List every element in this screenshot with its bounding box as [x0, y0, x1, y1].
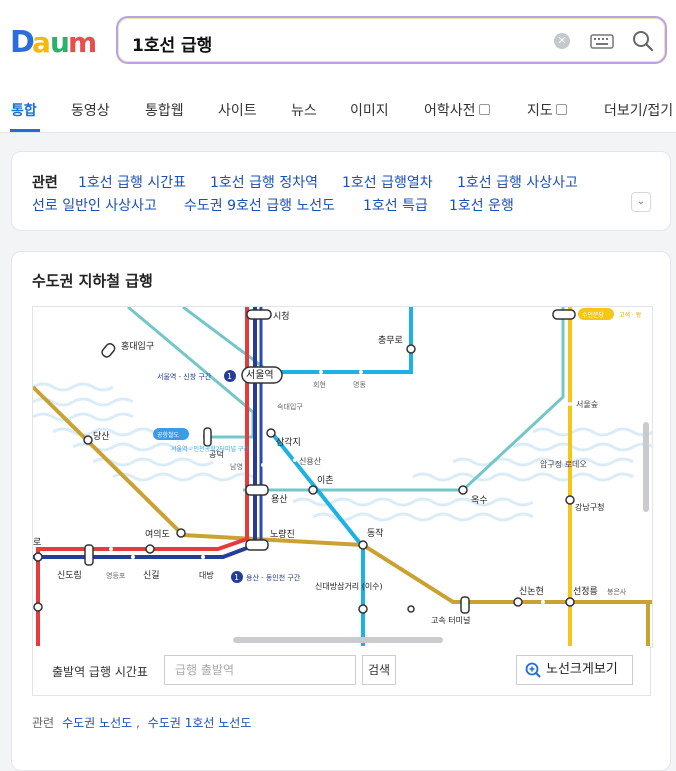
station-label[interactable]: 고속 터미널 — [431, 616, 470, 625]
suin-badge-label: 수인분당 — [582, 311, 605, 319]
horizontal-scrollbar[interactable] — [233, 637, 443, 643]
station-label[interactable]: 강남구청 — [575, 502, 604, 512]
related-link[interactable]: 1호선 특급 — [363, 195, 428, 215]
station-label[interactable]: 남영 — [230, 462, 243, 471]
timetable-controls: 출발역 급행 시간표 검색 노선크게보기 — [32, 646, 651, 696]
note-seoul-sinchang: 서울역 - 신창 구간 — [157, 372, 212, 381]
search-icon[interactable] — [631, 29, 655, 53]
station-label[interactable]: 압구정 로데오 — [540, 459, 587, 469]
search-query[interactable]: 1호선 급행 — [132, 31, 212, 56]
card-related-links: 관련 수도권 노선도 , 수도권 1호선 노선도 — [32, 714, 251, 731]
station-label[interactable]: 서울역 — [246, 369, 274, 381]
tab-site[interactable]: 사이트 — [218, 100, 257, 120]
line1-badge-num: 1 — [227, 372, 232, 381]
note-airport: 서울역 - 인천공항2터미널 구간 — [171, 445, 249, 453]
station-label[interactable]: 숙대입구 — [277, 403, 303, 411]
tab-web[interactable]: 통합웹 — [145, 100, 184, 120]
station-label[interactable]: 명동 — [353, 380, 366, 389]
station-label[interactable]: 회현 — [313, 381, 326, 389]
tab-dictionary-label: 어학사전 — [424, 103, 476, 119]
station-label[interactable]: 로 — [33, 538, 41, 548]
station-label[interactable]: 용산 — [271, 494, 288, 505]
external-icon — [555, 104, 567, 115]
subway-map-svg: 시청 홍대입구 충무로 서울역 회현 명동 숙대입구 서울숲 당산 공덕 삼각지… — [33, 307, 652, 647]
keyboard-icon[interactable] — [590, 32, 614, 50]
comma-separator: , — [132, 716, 140, 730]
clear-icon[interactable]: ✕ — [554, 33, 570, 49]
zoom-in-icon — [525, 662, 541, 678]
related-searches-card: 관련 1호선 급행 시간표 1호선 급행 정차역 1호선 급행열차 1호선 급행… — [11, 151, 671, 231]
expand-chevron-icon[interactable]: ⌄ — [631, 192, 651, 212]
station-label[interactable]: 시청 — [273, 311, 290, 322]
line9 — [33, 385, 652, 604]
note-yongsan-dongincheon: 용산 - 동인천 구간 — [246, 573, 301, 582]
zoom-map-label: 노선크게보기 — [546, 662, 618, 677]
tab-video[interactable]: 동영상 — [71, 100, 110, 120]
tab-map[interactable]: 지도 — [527, 100, 567, 120]
related-link[interactable]: 1호선 급행열차 — [342, 172, 433, 192]
tab-image[interactable]: 이미지 — [350, 100, 389, 120]
station-label[interactable]: 서울숲 — [576, 400, 598, 409]
station-label[interactable]: 신도림 — [57, 569, 82, 581]
card-related-label: 관련 — [32, 716, 55, 730]
tab-more[interactable]: 더보기/접기 — [604, 100, 673, 120]
station-label[interactable]: 영등포 — [106, 571, 126, 580]
vertical-scrollbar[interactable] — [643, 422, 649, 512]
station-label[interactable]: 충무로 — [378, 335, 403, 346]
subway-express-card: 수도권 지하철 급행 시청 홍대입구 충무로 서울역 회현 명동 숙대입구 서울… — [11, 251, 671, 771]
timetable-label: 출발역 급행 시간표 — [52, 665, 148, 679]
zoom-map-button[interactable]: 노선크게보기 — [516, 655, 633, 685]
station-label[interactable]: 신길 — [143, 570, 160, 581]
svg-text:a: a — [32, 26, 51, 59]
card-title: 수도권 지하철 급행 — [32, 272, 153, 290]
station-label[interactable]: 홍대입구 — [121, 340, 154, 352]
related-link[interactable]: 1호선 급행 사상사고 — [457, 172, 578, 192]
station-label[interactable]: 삼각지 — [276, 436, 301, 448]
subway-map[interactable]: 시청 홍대입구 충무로 서울역 회현 명동 숙대입구 서울숲 당산 공덕 삼각지… — [32, 306, 653, 648]
svg-text:u: u — [50, 26, 70, 59]
station-label[interactable]: 신논현 — [519, 586, 544, 597]
gosaek-label: 고색 · 왕 — [619, 311, 642, 319]
external-icon — [478, 104, 490, 115]
station-label[interactable]: 노량진 — [270, 528, 295, 540]
tab-news[interactable]: 뉴스 — [291, 100, 317, 120]
station-label[interactable]: 신용산 — [299, 456, 322, 466]
related-link[interactable]: 1호선 급행 정차역 — [210, 172, 318, 192]
station-label[interactable]: 동작 — [367, 528, 384, 539]
related-map-link[interactable]: 수도권 1호선 노선도 — [148, 716, 252, 730]
search-tabs: 통합 동영상 통합웹 사이트 뉴스 이미지 어학사전 지도 더보기/접기 — [0, 88, 676, 132]
station-label[interactable]: 옥수 — [471, 495, 488, 506]
station-label[interactable]: 당산 — [93, 431, 110, 442]
station-label[interactable]: 대방 — [199, 570, 214, 580]
station-label[interactable]: 봉은사 — [607, 587, 627, 596]
tab-all[interactable]: 통합 — [11, 100, 37, 120]
station-label[interactable]: 신대방삼거리 (이수) — [315, 581, 383, 591]
timetable-search-button[interactable]: 검색 — [362, 655, 396, 685]
related-link[interactable]: 1호선 운행 — [449, 195, 514, 215]
line1-badge-num: 1 — [234, 573, 239, 582]
minor-stations — [109, 370, 572, 604]
river-pattern — [33, 382, 652, 522]
related-map-link[interactable]: 수도권 노선도 — [62, 716, 132, 730]
station-label[interactable]: 여의도 — [145, 528, 170, 540]
tab-dictionary[interactable]: 어학사전 — [424, 100, 490, 120]
related-link[interactable]: 수도권 9호선 급행 노선도 — [184, 195, 335, 215]
active-tab-indicator — [10, 129, 40, 132]
tab-map-label: 지도 — [527, 103, 553, 119]
search-box[interactable]: 1호선 급행 ✕ — [116, 16, 667, 64]
daum-logo[interactable]: D a u m — [10, 24, 100, 60]
station-labels: 시청 홍대입구 충무로 서울역 회현 명동 숙대입구 서울숲 당산 공덕 삼각지… — [33, 311, 627, 625]
related-link[interactable]: 1호선 급행 시간표 — [78, 172, 186, 192]
header: D a u m 1호선 급행 ✕ 통합 동영상 통합웹 사이트 뉴스 이미지 어… — [0, 0, 676, 133]
svg-text:m: m — [68, 26, 97, 59]
station-label[interactable]: 이촌 — [317, 475, 334, 486]
airport-badge-label: 공항철도 — [157, 431, 180, 439]
related-link[interactable]: 선로 일반인 사상사고 — [32, 195, 157, 215]
station-label[interactable]: 선정릉 — [573, 586, 598, 597]
related-label: 관련 — [32, 175, 58, 191]
departure-station-input[interactable] — [164, 655, 356, 685]
